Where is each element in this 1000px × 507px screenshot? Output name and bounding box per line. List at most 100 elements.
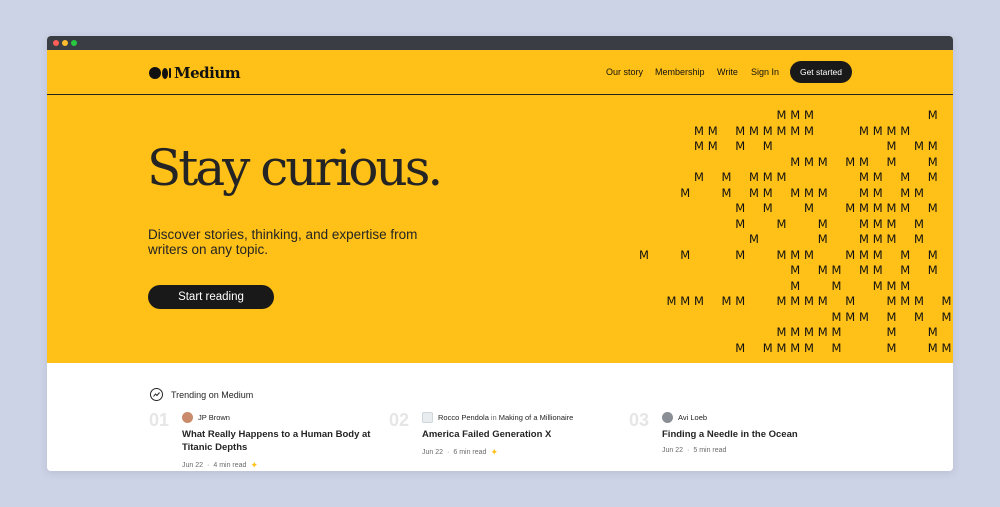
pattern-letter: M <box>886 201 897 215</box>
pattern-letter: M <box>900 263 911 277</box>
pattern-letter: M <box>872 278 883 293</box>
pattern-letter: M <box>831 325 842 339</box>
article-meta: Jun 22 · 6 min read ✦ <box>422 447 498 457</box>
pattern-letter: M <box>886 154 897 169</box>
pattern-letter: M <box>845 294 856 308</box>
medium-logo[interactable]: Medium <box>149 64 241 82</box>
pattern-letter: M <box>762 201 773 215</box>
pattern-letter: M <box>749 185 759 200</box>
pattern-letter: M <box>707 139 718 153</box>
pattern-letter: M <box>790 247 801 262</box>
article-title[interactable]: What Really Happens to a Human Body at T… <box>182 428 372 454</box>
pattern-letter: M <box>790 123 801 138</box>
pattern-letter: M <box>762 340 773 355</box>
author-name[interactable]: Rocco Pendola <box>438 413 489 422</box>
pattern-letter: M <box>941 309 952 324</box>
pattern-letter: M <box>680 294 691 308</box>
nav-write[interactable]: Write <box>717 67 738 77</box>
pattern-letter: M <box>776 216 787 231</box>
pattern-letter: M <box>817 216 828 231</box>
pattern-letter: M <box>694 294 704 308</box>
pattern-letter: M <box>872 201 883 215</box>
pattern-letter: M <box>859 232 869 246</box>
pattern-letter: M <box>886 325 897 339</box>
pattern-letter: M <box>927 108 938 122</box>
m-letter-pattern: MMMMMMMMMMMMMMMMMMMMMMMMMMMMMMMMMMMMMMMM… <box>47 50 953 363</box>
author-name[interactable]: JP Brown <box>198 413 230 422</box>
avatar <box>182 411 193 423</box>
article-date: Jun 22 <box>182 462 204 469</box>
pattern-letter: M <box>872 232 883 246</box>
get-started-button[interactable]: Get started <box>790 61 852 83</box>
pattern-letter: M <box>927 247 938 262</box>
pattern-letter: M <box>845 247 856 262</box>
pattern-letter: M <box>914 185 924 200</box>
nav-our-story[interactable]: Our story <box>606 67 643 77</box>
pattern-letter: M <box>776 108 787 122</box>
pattern-letter: M <box>776 340 787 355</box>
pattern-letter: M <box>872 247 883 262</box>
brand-name: Medium <box>174 64 241 82</box>
pattern-letter: M <box>859 309 869 324</box>
pattern-letter: M <box>845 309 856 324</box>
article-title[interactable]: Finding a Needle in the Ocean <box>662 428 852 441</box>
pattern-letter: M <box>776 123 787 138</box>
pattern-letter: M <box>735 247 746 262</box>
pattern-letter: M <box>886 139 897 153</box>
member-star-icon: ✦ <box>490 447 498 457</box>
maximize-window-button[interactable] <box>71 40 77 46</box>
pattern-letter: M <box>900 170 911 184</box>
publication-avatar <box>422 411 433 423</box>
nav-sign-in[interactable]: Sign In <box>751 67 779 77</box>
pattern-letter: M <box>776 170 787 184</box>
trending-icon <box>150 388 163 401</box>
pattern-letter: M <box>914 294 924 308</box>
read-time: 5 min read <box>693 447 727 454</box>
pattern-letter: M <box>872 185 883 200</box>
pattern-letter: M <box>941 340 952 355</box>
pattern-letter: M <box>859 170 869 184</box>
trending-label: Trending on Medium <box>171 389 254 400</box>
read-time: 6 min read <box>453 449 487 456</box>
pattern-letter: M <box>859 201 869 215</box>
trending-section: Trending on Medium 01 JP Brown What Real… <box>47 363 953 471</box>
publication-name[interactable]: Making of a Millionaire <box>499 413 574 422</box>
pattern-letter: M <box>886 294 897 308</box>
pattern-letter: M <box>749 232 759 246</box>
pattern-letter: M <box>790 294 801 308</box>
pattern-letter: M <box>914 309 924 324</box>
trending-rank: 01 <box>149 410 170 430</box>
pattern-letter: M <box>804 154 814 169</box>
article-date: Jun 22 <box>422 449 444 456</box>
author-name[interactable]: Avi Loeb <box>678 413 707 422</box>
pattern-letter: M <box>804 185 814 200</box>
article-title[interactable]: America Failed Generation X <box>422 428 612 441</box>
pattern-letter: M <box>749 123 759 138</box>
pattern-letter: M <box>817 263 828 277</box>
pattern-letter: M <box>804 108 814 122</box>
pattern-letter: M <box>721 294 732 308</box>
author-row[interactable]: Rocco Pendola in Making of a Millionaire <box>422 410 612 424</box>
pattern-letter: M <box>776 325 787 339</box>
author-row[interactable]: JP Brown <box>182 410 372 424</box>
close-window-button[interactable] <box>53 40 59 46</box>
pattern-letter: M <box>886 123 897 138</box>
pattern-letter: M <box>790 340 801 355</box>
article-date: Jun 22 <box>662 447 684 454</box>
pattern-letter: M <box>804 325 814 339</box>
minimize-window-button[interactable] <box>62 40 68 46</box>
author-row[interactable]: Avi Loeb <box>662 410 852 424</box>
pattern-letter: M <box>804 123 814 138</box>
hero-section: MMMMMMMMMMMMMMMMMMMMMMMMMMMMMMMMMMMMMMMM… <box>47 50 953 363</box>
pattern-letter: M <box>790 278 801 293</box>
read-time: 4 min read <box>213 462 247 469</box>
pattern-letter: M <box>927 201 938 215</box>
nav-membership[interactable]: Membership <box>655 67 705 77</box>
pattern-letter: M <box>831 278 842 293</box>
pattern-letter: M <box>941 294 952 308</box>
pattern-letter: M <box>804 340 814 355</box>
pattern-letter: M <box>817 185 828 200</box>
start-reading-button[interactable]: Start reading <box>148 285 274 309</box>
pattern-letter: M <box>900 278 911 293</box>
trending-rank: 02 <box>389 410 410 430</box>
